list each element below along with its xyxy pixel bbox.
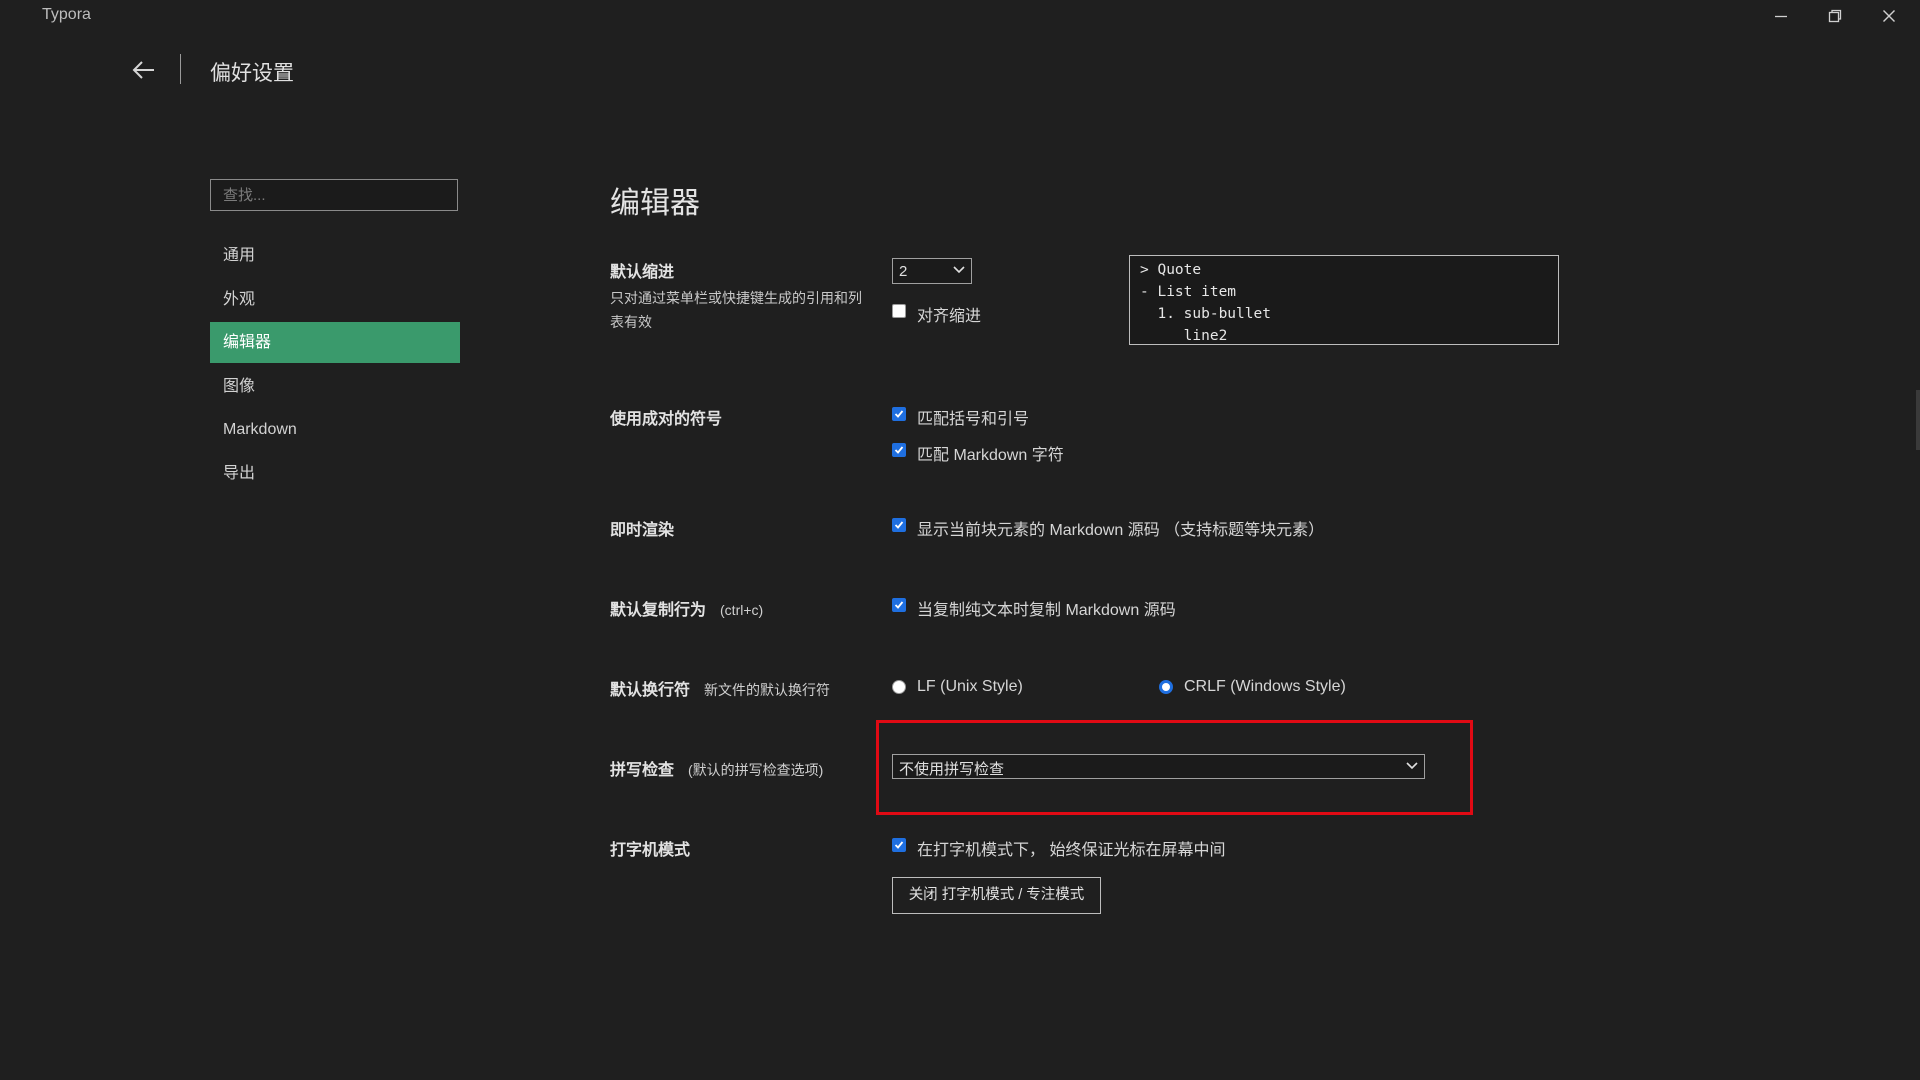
sidebar-item-editor[interactable]: 编辑器 <box>210 322 460 363</box>
chevron-down-icon <box>1406 762 1418 770</box>
indent-label: 默认缩进 <box>610 264 675 281</box>
match-brackets-checkbox[interactable] <box>892 407 906 421</box>
match-markdown-checkbox[interactable] <box>892 443 906 457</box>
close-typewriter-button[interactable]: 关闭 打字机模式 / 专注模式 <box>892 877 1101 914</box>
copy-markdown-checkbox[interactable] <box>892 598 906 612</box>
check-icon <box>894 841 904 849</box>
typewriter-option-label: 在打字机模式下， 始终保证光标在屏幕中间 <box>917 842 1226 859</box>
spellcheck-sublabel: (默认的拼写检查选项) <box>688 762 824 778</box>
back-button[interactable] <box>128 56 160 84</box>
copy-label: 默认复制行为 (ctrl+c) <box>610 596 763 620</box>
crlf-label: CRLF (Windows Style) <box>1184 678 1346 695</box>
spellcheck-label: 拼写检查 (默认的拼写检查选项) <box>610 756 823 780</box>
restore-icon <box>1828 9 1842 23</box>
scrollbar[interactable] <box>1916 390 1920 450</box>
search-input[interactable] <box>210 179 458 211</box>
line-ending-label-text: 默认换行符 <box>610 682 691 699</box>
check-icon <box>894 410 904 418</box>
sidebar-nav: 通用 外观 编辑器 图像 Markdown 导出 <box>210 235 460 496</box>
line-ending-label: 默认换行符 新文件的默认换行符 <box>610 676 830 700</box>
sidebar-item-image[interactable]: 图像 <box>210 366 460 407</box>
chevron-down-icon <box>953 266 965 274</box>
title-bar: Typora <box>0 0 1920 30</box>
section-title: 编辑器 <box>610 187 700 220</box>
preview-line: line2 <box>1140 328 1228 344</box>
crlf-radio[interactable] <box>1159 680 1173 694</box>
check-icon <box>894 521 904 529</box>
sidebar-item-appearance[interactable]: 外观 <box>210 279 460 320</box>
copy-markdown-label: 当复制纯文本时复制 Markdown 源码 <box>917 602 1176 619</box>
match-brackets-label: 匹配括号和引号 <box>917 411 1030 428</box>
sidebar-item-export[interactable]: 导出 <box>210 453 460 494</box>
live-render-checkbox[interactable] <box>892 518 906 532</box>
lf-label: LF (Unix Style) <box>917 678 1023 695</box>
sidebar-item-general[interactable]: 通用 <box>210 235 460 276</box>
line-ending-sublabel: 新文件的默认换行符 <box>704 682 831 698</box>
close-button[interactable] <box>1862 0 1916 32</box>
restore-button[interactable] <box>1808 0 1862 32</box>
preview-line: 1. sub-bullet <box>1140 306 1271 322</box>
copy-label-text: 默认复制行为 <box>610 602 707 619</box>
spellcheck-select[interactable]: 不使用拼写检查 <box>892 754 1425 779</box>
live-render-label: 即时渲染 <box>610 522 675 539</box>
pairs-label: 使用成对的符号 <box>610 411 723 428</box>
app-title: Typora <box>42 6 91 23</box>
match-markdown-label: 匹配 Markdown 字符 <box>917 447 1064 464</box>
live-render-option-label: 显示当前块元素的 Markdown 源码 （支持标题等块元素） <box>917 522 1325 539</box>
indent-description: 只对通过菜单栏或快捷键生成的引用和列表有效 <box>610 290 862 330</box>
arrow-left-icon <box>132 61 154 79</box>
align-indent-label: 对齐缩进 <box>917 308 982 325</box>
minimize-button[interactable] <box>1754 0 1808 32</box>
spellcheck-value: 不使用拼写检查 <box>899 761 1005 778</box>
indent-select[interactable]: 2 <box>892 258 972 284</box>
sidebar-item-markdown[interactable]: Markdown <box>210 409 460 450</box>
preview-line: - List item <box>1140 284 1237 300</box>
spellcheck-label-text: 拼写检查 <box>610 762 675 779</box>
check-icon <box>894 446 904 454</box>
header-divider <box>180 54 181 84</box>
page-title: 偏好设置 <box>210 62 294 85</box>
close-icon <box>1883 10 1895 22</box>
typewriter-checkbox[interactable] <box>892 838 906 852</box>
minimize-icon <box>1775 15 1787 18</box>
align-indent-checkbox[interactable] <box>892 304 906 318</box>
typewriter-label: 打字机模式 <box>610 842 691 859</box>
indent-preview: > Quote - List item 1. sub-bullet line2 <box>1129 255 1559 345</box>
preview-line: > Quote <box>1140 262 1202 278</box>
lf-radio[interactable] <box>892 680 906 694</box>
copy-sublabel: (ctrl+c) <box>720 602 764 618</box>
check-icon <box>894 601 904 609</box>
indent-value: 2 <box>899 263 908 280</box>
